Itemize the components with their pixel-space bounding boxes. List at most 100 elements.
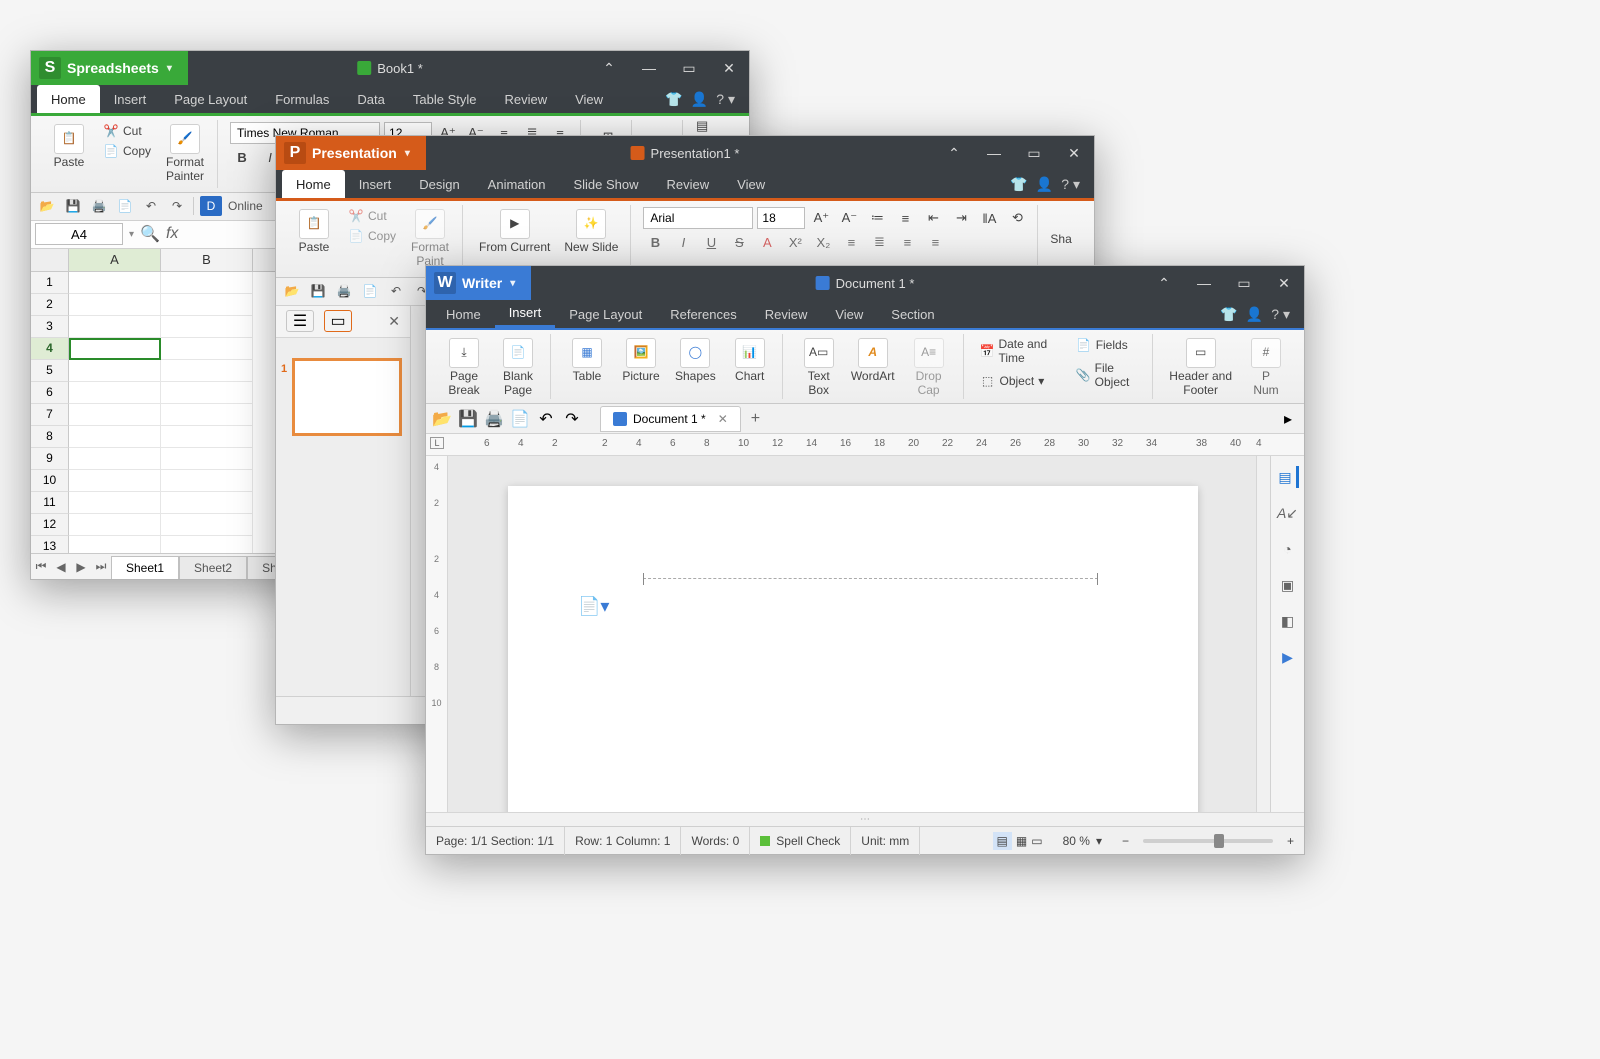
menu-references[interactable]: References — [656, 300, 750, 328]
align-right-button[interactable]: ≡ — [895, 231, 919, 253]
cell-A4[interactable] — [69, 338, 161, 360]
p-doc-tab[interactable]: Presentation1 * — [631, 146, 740, 161]
row-7[interactable]: 7 — [31, 404, 69, 426]
slide-panel[interactable]: 1 — [276, 338, 410, 696]
open-icon[interactable]: 📂 — [37, 196, 57, 216]
cell[interactable] — [161, 338, 253, 360]
zoom-fit-icon[interactable]: 🔍 — [140, 224, 160, 244]
zoom-out-button[interactable]: − — [1122, 834, 1129, 848]
minimize-button[interactable]: — — [974, 136, 1014, 170]
cell[interactable] — [161, 536, 253, 553]
shapes-label[interactable]: Sha — [1050, 232, 1071, 246]
select-all-corner[interactable] — [31, 249, 69, 271]
clipboard-pane-icon[interactable]: ▣ — [1277, 574, 1299, 596]
slides-tab[interactable]: ▭ — [324, 310, 352, 332]
menu-review[interactable]: Review — [653, 170, 724, 198]
row-4[interactable]: 4 — [31, 338, 69, 360]
redo-icon[interactable]: ↷ — [562, 409, 582, 429]
open-icon[interactable]: 📂 — [282, 281, 302, 301]
bold-button[interactable]: B — [643, 231, 667, 253]
superscript-button[interactable]: X² — [783, 231, 807, 253]
row-6[interactable]: 6 — [31, 382, 69, 404]
redo-icon[interactable]: ↷ — [167, 196, 187, 216]
drop-cap-button[interactable]: A≡Drop Cap — [903, 336, 955, 400]
menu-home[interactable]: Home — [432, 300, 495, 328]
font-size-select[interactable] — [757, 207, 805, 229]
menu-review[interactable]: Review — [751, 300, 822, 328]
fields-button[interactable]: 📄Fields — [1072, 336, 1145, 354]
tab-last-icon[interactable]: ⏭ — [91, 554, 111, 580]
user-icon[interactable]: 👤 — [1036, 176, 1053, 193]
nav-pane-icon[interactable]: ▤ — [1277, 466, 1299, 488]
roll-up-button[interactable]: ⌃ — [1144, 266, 1184, 300]
cell[interactable] — [69, 360, 161, 382]
header-footer-button[interactable]: ▭Header and Footer — [1165, 336, 1236, 400]
underline-button[interactable]: U — [699, 231, 723, 253]
view-outline-icon[interactable]: ▦ — [1016, 834, 1027, 848]
tshirt-icon[interactable]: 👕 — [1010, 176, 1027, 193]
sheet-tab-1[interactable]: Sheet1 — [111, 556, 179, 580]
menu-section[interactable]: Section — [877, 300, 948, 328]
zoom-slider-thumb[interactable] — [1214, 834, 1224, 848]
status-page[interactable]: Page: 1/1 Section: 1/1 — [426, 827, 565, 855]
col-B[interactable]: B — [161, 249, 253, 271]
bullets-button[interactable]: ≔ — [865, 207, 889, 229]
font-name-select[interactable] — [643, 207, 753, 229]
cell[interactable] — [161, 316, 253, 338]
maximize-button[interactable]: ▭ — [1224, 266, 1264, 300]
cell[interactable] — [69, 448, 161, 470]
help-icon[interactable]: ? ▾ — [1271, 306, 1290, 323]
minimize-button[interactable]: — — [1184, 266, 1224, 300]
cell[interactable] — [161, 492, 253, 514]
numbering-button[interactable]: ≡ — [893, 207, 917, 229]
outline-tab[interactable]: ☰ — [286, 310, 314, 332]
paste-button[interactable]: 📋 Paste — [45, 122, 93, 172]
from-current-button[interactable]: ▶ From Current — [475, 207, 554, 257]
cell[interactable] — [69, 404, 161, 426]
copy-button[interactable]: 📄Copy — [344, 227, 400, 245]
status-unit[interactable]: Unit: mm — [851, 827, 920, 855]
print-icon[interactable]: 🖨️ — [484, 409, 504, 429]
cell[interactable] — [161, 272, 253, 294]
object-pane-icon[interactable]: ◧ — [1277, 610, 1299, 632]
save-icon[interactable]: 💾 — [63, 196, 83, 216]
cell-reference-box[interactable] — [35, 223, 123, 245]
menu-table-style[interactable]: Table Style — [399, 85, 491, 113]
fx-label[interactable]: fx — [166, 225, 178, 243]
row-1[interactable]: 1 — [31, 272, 69, 294]
view-page-icon[interactable]: ▤ — [993, 832, 1012, 850]
menu-insert[interactable]: Insert — [100, 85, 161, 113]
menu-review[interactable]: Review — [490, 85, 561, 113]
menu-data[interactable]: Data — [343, 85, 398, 113]
doc-tab[interactable]: Document 1 * ✕ — [600, 406, 741, 432]
slide-thumbnail-1[interactable]: 1 — [292, 358, 402, 436]
row-12[interactable]: 12 — [31, 514, 69, 536]
zoom-slider[interactable] — [1143, 839, 1273, 843]
close-tab-icon[interactable]: ✕ — [718, 412, 728, 426]
menu-page-layout[interactable]: Page Layout — [555, 300, 656, 328]
status-words[interactable]: Words: 0 — [681, 827, 750, 855]
col-A[interactable]: A — [69, 249, 161, 271]
file-object-button[interactable]: 📎File Object — [1072, 360, 1145, 390]
align-center-button[interactable]: ≣ — [867, 231, 891, 253]
format-painter-button[interactable]: 🖌️ Format Painter — [161, 122, 209, 186]
maximize-button[interactable]: ▭ — [669, 51, 709, 85]
cell[interactable] — [161, 470, 253, 492]
menu-view[interactable]: View — [561, 85, 617, 113]
undo-icon[interactable]: ↶ — [141, 196, 161, 216]
menu-formulas[interactable]: Formulas — [261, 85, 343, 113]
cell[interactable] — [69, 514, 161, 536]
zoom-in-button[interactable]: + — [1287, 834, 1294, 848]
ruler-origin-icon[interactable]: L — [430, 437, 444, 449]
row-5[interactable]: 5 — [31, 360, 69, 382]
menu-animation[interactable]: Animation — [474, 170, 560, 198]
bold-button[interactable]: B — [230, 146, 254, 168]
w-app-tab[interactable]: W Writer ▾ — [426, 266, 531, 300]
menu-page-layout[interactable]: Page Layout — [160, 85, 261, 113]
row-2[interactable]: 2 — [31, 294, 69, 316]
tab-first-icon[interactable]: ⏮ — [31, 554, 51, 580]
chart-button[interactable]: 📊Chart — [726, 336, 774, 386]
blank-page-button[interactable]: 📄Blank Page — [494, 336, 542, 400]
menu-view[interactable]: View — [821, 300, 877, 328]
new-tab-button[interactable]: + — [741, 410, 770, 428]
